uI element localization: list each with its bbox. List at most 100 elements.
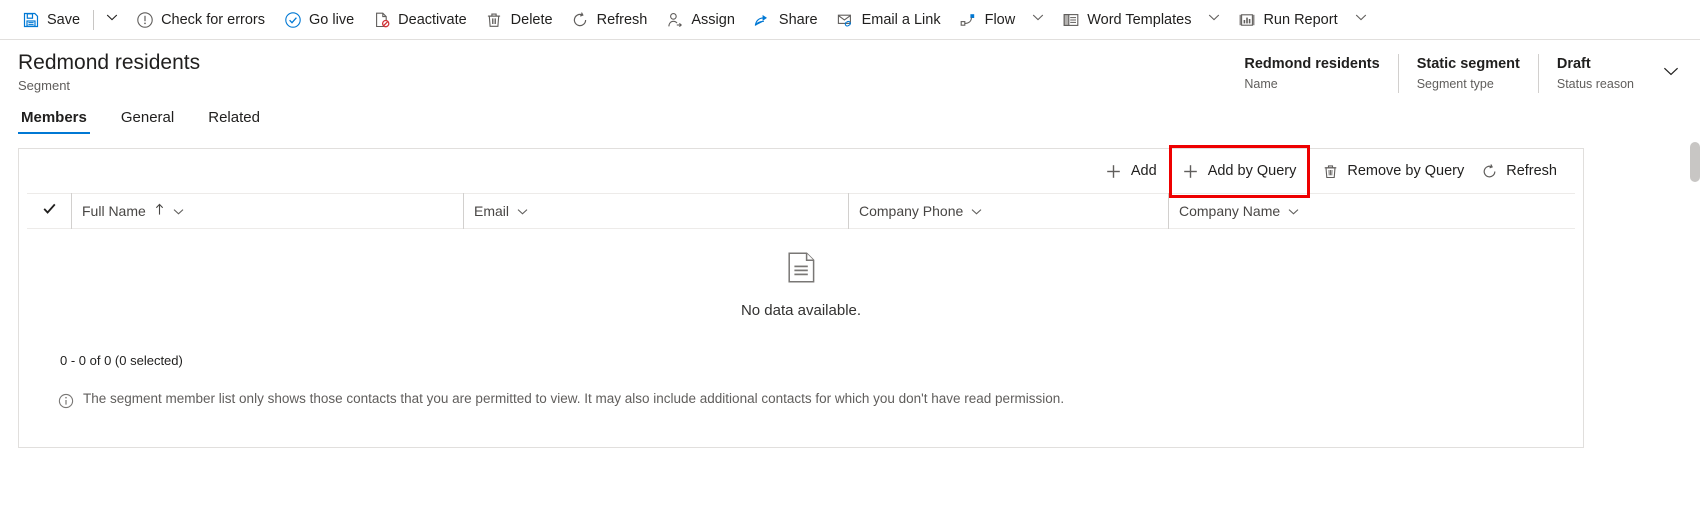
word-templates-caret[interactable] xyxy=(1200,0,1228,40)
header-field-value: Draft xyxy=(1556,56,1591,72)
chevron-down-icon xyxy=(1354,10,1368,29)
email-a-link-label: Email a Link xyxy=(861,11,941,28)
chevron-down-icon xyxy=(1661,61,1681,86)
tab-label: Related xyxy=(208,109,260,126)
word-template-icon xyxy=(1061,10,1080,29)
header-field-value: Redmond residents xyxy=(1244,56,1380,72)
refresh-icon xyxy=(571,10,590,29)
word-templates-label: Word Templates xyxy=(1087,11,1192,28)
plus-icon xyxy=(1182,162,1200,180)
chevron-down-icon[interactable] xyxy=(516,205,529,218)
tab-members[interactable]: Members xyxy=(18,109,90,134)
column-header-email[interactable]: Email xyxy=(463,193,848,229)
deactivate-button[interactable]: Deactivate xyxy=(363,0,476,40)
header-field-name[interactable]: Redmond residents Name xyxy=(1226,54,1397,93)
run-report-label: Run Report xyxy=(1263,11,1338,28)
subgrid-divider xyxy=(1308,161,1310,181)
share-icon xyxy=(753,10,772,29)
document-icon xyxy=(787,251,815,288)
email-link-icon xyxy=(836,10,855,29)
tab-strip: Members General Related xyxy=(0,96,1700,134)
refresh-label: Refresh xyxy=(596,11,648,28)
chevron-down-icon xyxy=(1207,10,1221,29)
grid-refresh-button[interactable]: Refresh xyxy=(1472,155,1565,187)
assign-person-icon xyxy=(665,10,684,29)
deactivate-page-icon xyxy=(372,10,391,29)
toolbar-divider xyxy=(93,9,95,30)
flow-caret[interactable] xyxy=(1024,0,1052,40)
flow-button[interactable]: Flow xyxy=(950,0,1025,40)
column-header-full-name[interactable]: Full Name xyxy=(71,193,463,229)
page-scrollbar-thumb[interactable] xyxy=(1690,142,1700,182)
tab-label: General xyxy=(120,109,175,126)
chevron-down-icon xyxy=(105,10,119,29)
check-for-errors-label: Check for errors xyxy=(161,11,266,28)
header-fields: Redmond residents Name Static segment Se… xyxy=(1226,54,1686,93)
tab-related[interactable]: Related xyxy=(205,109,263,134)
chevron-down-icon[interactable] xyxy=(970,205,983,218)
grid-record-count: 0 - 0 of 0 (0 selected) xyxy=(60,352,183,368)
delete-button[interactable]: Delete xyxy=(476,0,562,40)
grid-column-headers: Full Name Email Company Phone Company Na… xyxy=(27,193,1575,229)
add-by-query-button[interactable]: Add by Query xyxy=(1174,155,1305,187)
save-icon xyxy=(21,10,40,29)
grid-permission-note: The segment member list only shows those… xyxy=(19,373,1583,409)
refresh-button[interactable]: Refresh xyxy=(562,0,657,40)
check-for-errors-button[interactable]: Check for errors xyxy=(126,0,274,40)
column-label: Full Name xyxy=(82,203,146,219)
info-circle-icon xyxy=(57,392,74,409)
run-report-button[interactable]: Run Report xyxy=(1228,0,1346,40)
record-header: Redmond residents Segment Redmond reside… xyxy=(0,40,1700,96)
deactivate-label: Deactivate xyxy=(398,11,467,28)
command-bar: Save Check for errors Go live Deactivate xyxy=(0,0,1700,40)
arrow-up-icon xyxy=(154,203,165,219)
empty-state-message: No data available. xyxy=(740,301,862,319)
add-label: Add xyxy=(1130,163,1157,179)
header-expand-button[interactable] xyxy=(1656,54,1686,93)
grid-refresh-label: Refresh xyxy=(1506,163,1557,179)
column-label: Email xyxy=(474,203,510,219)
word-templates-button[interactable]: Word Templates xyxy=(1052,0,1200,40)
exclamation-circle-icon xyxy=(135,10,154,29)
refresh-icon xyxy=(1480,162,1498,180)
save-options-caret[interactable] xyxy=(98,0,126,40)
header-field-segment-type[interactable]: Static segment Segment type xyxy=(1397,54,1538,93)
add-button[interactable]: Add xyxy=(1097,155,1165,187)
remove-by-query-button[interactable]: Remove by Query xyxy=(1313,155,1472,187)
header-field-label: Segment type xyxy=(1416,77,1494,91)
tab-general[interactable]: General xyxy=(118,109,177,134)
tab-label: Members xyxy=(21,109,87,126)
go-live-button[interactable]: Go live xyxy=(274,0,363,40)
assign-label: Assign xyxy=(691,11,735,28)
add-by-query-label: Add by Query xyxy=(1207,163,1297,179)
column-header-company-name[interactable]: Company Name xyxy=(1168,193,1504,229)
flow-label: Flow xyxy=(984,11,1016,28)
chevron-down-icon[interactable] xyxy=(1287,205,1300,218)
trash-icon xyxy=(485,10,504,29)
run-report-caret[interactable] xyxy=(1347,0,1375,40)
flow-icon xyxy=(959,10,978,29)
subgrid-divider xyxy=(1168,161,1170,181)
subgrid-command-bar: Add Add by Query Remove by Query Refresh xyxy=(19,145,1583,198)
go-live-label: Go live xyxy=(309,11,355,28)
share-label: Share xyxy=(778,11,818,28)
add-by-query-wrapper: Add by Query xyxy=(1168,145,1311,198)
plus-icon xyxy=(1105,162,1123,180)
share-button[interactable]: Share xyxy=(744,0,827,40)
header-field-value: Static segment xyxy=(1416,56,1520,72)
assign-button[interactable]: Assign xyxy=(656,0,744,40)
save-label: Save xyxy=(47,11,81,28)
chevron-down-icon xyxy=(1031,10,1045,29)
column-label: Company Name xyxy=(1179,203,1281,219)
email-a-link-button[interactable]: Email a Link xyxy=(827,0,950,40)
delete-label: Delete xyxy=(510,11,553,28)
header-field-label: Name xyxy=(1244,77,1278,91)
members-subgrid-panel: Add Add by Query Remove by Query Refresh… xyxy=(18,145,1584,448)
select-all-checkbox[interactable] xyxy=(27,201,71,221)
report-chart-icon xyxy=(1237,10,1256,29)
chevron-down-icon[interactable] xyxy=(172,205,185,218)
save-button[interactable]: Save xyxy=(12,0,89,40)
header-field-status-reason[interactable]: Draft Status reason xyxy=(1537,54,1652,93)
grid-empty-state: No data available. xyxy=(19,229,1583,347)
column-header-company-phone[interactable]: Company Phone xyxy=(848,193,1168,229)
